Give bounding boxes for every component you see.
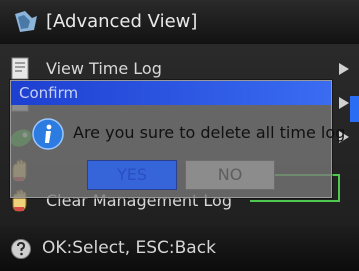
help-icon <box>11 239 31 259</box>
device-screen: [Advanced View] View Time Log Clear Mana… <box>0 0 359 271</box>
yes-button[interactable]: YES <box>87 160 177 190</box>
header-bar: [Advanced View] <box>0 0 359 44</box>
menu-item-label: View Time Log <box>46 59 162 78</box>
document-icon <box>11 57 29 80</box>
chevron-right-icon <box>339 63 349 75</box>
status-bar: OK:Select, ESC:Back <box>0 226 359 271</box>
dialog-title: Confirm <box>19 84 79 102</box>
advanced-view-icon <box>15 11 37 32</box>
chevron-right-icon <box>339 97 349 109</box>
dialog-titlebar: Confirm <box>11 81 331 105</box>
no-button[interactable]: NO <box>185 160 275 190</box>
dialog-message: Are you sure to delete all time log <box>73 123 346 142</box>
confirm-dialog: Confirm Are you sure to delete all time … <box>10 80 345 198</box>
info-icon <box>32 118 64 150</box>
status-hint: OK:Select, ESC:Back <box>42 238 216 258</box>
page-title: [Advanced View] <box>46 11 198 32</box>
selection-indicator <box>350 96 359 122</box>
